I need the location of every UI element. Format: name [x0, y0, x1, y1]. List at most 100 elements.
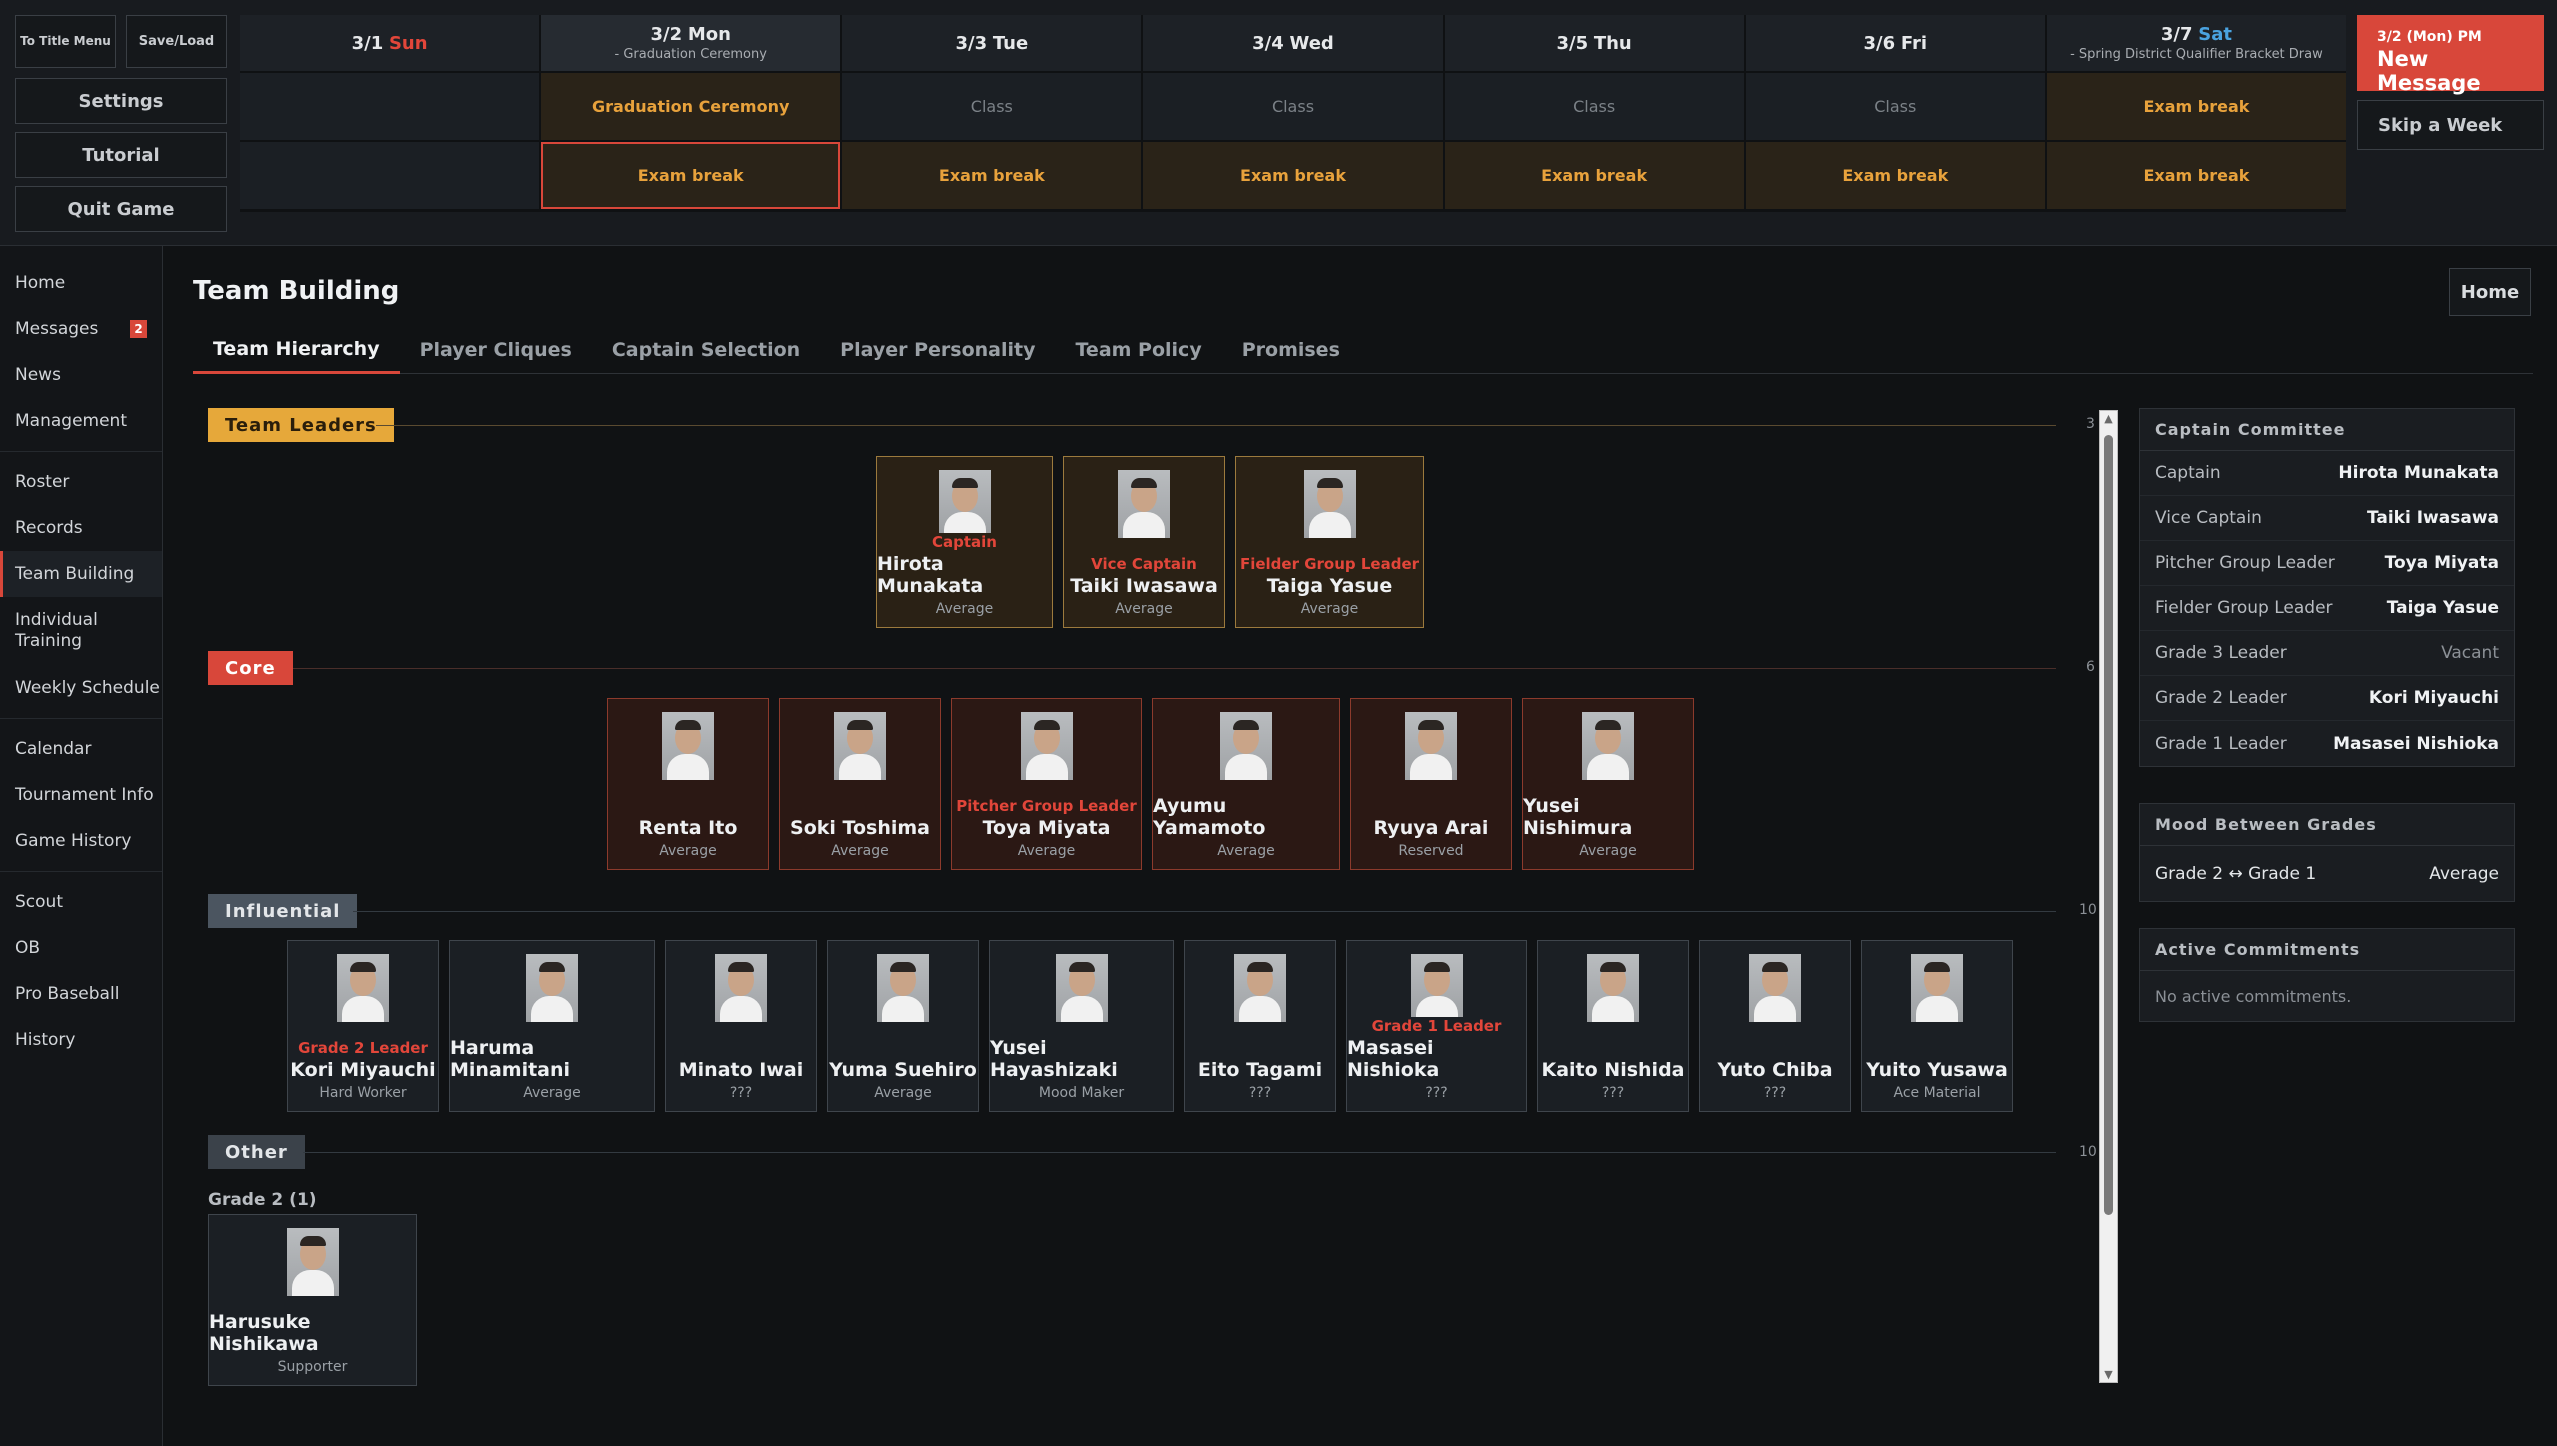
player-card[interactable]: Yuito Yusawa Ace Material — [1861, 940, 2013, 1112]
player-card[interactable]: Soki Toshima Average — [779, 698, 941, 870]
player-card[interactable]: Minato Iwai??? — [665, 940, 817, 1112]
player-card[interactable]: Grade 1 Leader Masasei Nishioka??? — [1346, 940, 1527, 1112]
scroll-up-icon[interactable]: ▲ — [2102, 412, 2115, 425]
player-portrait — [1582, 712, 1634, 780]
sidebar-item-home[interactable]: Home — [0, 260, 162, 306]
sidebar-item-weekly-schedule[interactable]: Weekly Schedule — [0, 665, 162, 711]
sidebar-item-messages[interactable]: Messages 2 — [0, 306, 162, 352]
commitments-panel: Active Commitments No active commitments… — [2139, 928, 2515, 1022]
scroll-down-icon[interactable]: ▼ — [2102, 1368, 2115, 1381]
player-portrait — [938, 470, 991, 533]
player-card[interactable]: Haruma Minamitani Average — [449, 940, 655, 1112]
to-title-menu-button[interactable]: To Title Menu — [15, 15, 116, 68]
quit-game-button[interactable]: Quit Game — [15, 186, 227, 232]
player-card[interactable]: Yusei Hayashizaki Mood Maker — [989, 940, 1174, 1112]
day-header[interactable]: 3/3 Tue — [842, 15, 1142, 71]
sidebar-item-individual-training[interactable]: Individual Training — [0, 597, 100, 665]
panel-title: Captain Committee — [2140, 409, 2514, 451]
sidebar-item-history[interactable]: History — [0, 1017, 162, 1063]
day-header[interactable]: 3/5 Thu — [1444, 15, 1744, 71]
sidebar-item-news[interactable]: News — [0, 352, 162, 398]
sidebar-item-ob[interactable]: OB — [0, 925, 162, 971]
sidebar-item-management[interactable]: Management — [0, 398, 162, 444]
player-portrait — [1911, 954, 1963, 1022]
sidebar-item-pro-baseball[interactable]: Pro Baseball — [0, 971, 162, 1017]
section-tag-other: Other — [208, 1135, 305, 1169]
player-trait: Average — [1579, 843, 1637, 859]
committee-row: Grade 1 Leader Masasei Nishioka — [2155, 733, 2499, 754]
sidebar-item-calendar[interactable]: Calendar — [0, 726, 162, 772]
schedule-cell[interactable]: Exam break — [2046, 73, 2346, 140]
save-load-button[interactable]: Save/Load — [126, 15, 227, 68]
schedule-cell[interactable]: Class — [842, 73, 1142, 140]
message-date: 3/2 (Mon) PM — [2377, 29, 2482, 45]
player-card[interactable]: Vice Captain Taiki Iwasawa Average — [1063, 456, 1225, 628]
day-header[interactable]: 3/1 Sun — [240, 15, 540, 71]
sidebar-item-scout[interactable]: Scout — [0, 879, 162, 925]
sidebar-item-tournament-info[interactable]: Tournament Info — [0, 772, 162, 818]
schedule-cell[interactable]: Class — [1444, 73, 1744, 140]
player-trait: ??? — [729, 1085, 753, 1101]
schedule-cell — [240, 73, 540, 140]
player-name: Yusei Hayashizaki — [990, 1037, 1118, 1081]
schedule-cell[interactable]: Exam break — [1745, 142, 2045, 209]
player-name: Yuito Yusawa — [1866, 1059, 2008, 1081]
tab-promises[interactable]: Promises — [1222, 326, 1360, 374]
day-header[interactable]: 3/6 Fri — [1745, 15, 2045, 71]
player-trait: Ace Material — [1893, 1085, 1981, 1101]
sidebar-item-team-building[interactable]: Team Building — [0, 551, 162, 597]
new-message-button[interactable]: 3/2 (Mon) PM New Message — [2357, 15, 2544, 95]
schedule-cell[interactable]: Class — [1745, 73, 2045, 140]
player-trait: Supporter — [277, 1359, 348, 1375]
player-card[interactable]: Fielder Group Leader Taiga Yasue Average — [1235, 456, 1424, 628]
sidebar-item-roster[interactable]: Roster — [0, 459, 162, 505]
home-button[interactable]: Home — [2449, 268, 2531, 316]
tab-player-cliques[interactable]: Player Cliques — [400, 326, 592, 374]
player-card[interactable]: Grade 2 Leader Kori Miyauchi Hard Worker — [287, 940, 439, 1112]
player-role: Pitcher Group Leader — [956, 797, 1137, 815]
player-name: Kaito Nishida — [1541, 1059, 1685, 1081]
schedule-cell[interactable]: Exam break — [2046, 142, 2346, 209]
player-card[interactable]: Renta Ito Average — [607, 698, 769, 870]
sidebar-item-records[interactable]: Records — [0, 505, 162, 551]
schedule-cell[interactable]: Exam break — [1143, 142, 1443, 209]
player-name: Ayumu Yamamoto — [1153, 795, 1266, 839]
mood-panel: Mood Between Grades Grade 2 ↔ Grade 1 Ave… — [2139, 803, 2515, 902]
player-card[interactable]: Captain Hirota Munakata Average — [876, 456, 1053, 628]
week-calendar: 3/1 Sun 3/2 Mon - Graduation Ceremony 3/3… — [240, 15, 2346, 212]
player-card[interactable]: Yuto Chiba??? — [1699, 940, 1851, 1112]
player-card[interactable]: Ayumu Yamamoto Average — [1152, 698, 1340, 870]
schedule-cell-current[interactable]: Exam break — [541, 142, 841, 209]
scrollbar-thumb[interactable] — [2104, 435, 2113, 1215]
tab-team-policy[interactable]: Team Policy — [1056, 326, 1222, 374]
sidebar-item-game-history[interactable]: Game History — [0, 818, 162, 864]
player-card[interactable]: Yuma Suehiro Average — [827, 940, 979, 1112]
player-portrait — [715, 954, 767, 1022]
player-card[interactable]: Harusuke Nishikawa Supporter — [208, 1214, 417, 1386]
player-card[interactable]: Pitcher Group Leader Toya Miyata Average — [951, 698, 1142, 870]
player-card[interactable]: Yusei Nishimura Average — [1522, 698, 1694, 870]
skip-week-button[interactable]: Skip a Week — [2357, 100, 2544, 150]
day-header[interactable]: 3/4 Wed — [1143, 15, 1443, 71]
settings-button[interactable]: Settings — [15, 78, 227, 124]
day-header[interactable]: 3/2 Mon - Graduation Ceremony — [541, 15, 841, 71]
player-card[interactable]: Eito Tagami??? — [1184, 940, 1336, 1112]
player-card[interactable]: Kaito Nishida??? — [1537, 940, 1689, 1112]
player-card[interactable]: Ryuya Arai Reserved — [1350, 698, 1512, 870]
player-role: Fielder Group Leader — [1239, 555, 1420, 573]
schedule-cell[interactable]: Graduation Ceremony — [541, 73, 841, 140]
player-name: Masasei Nishioka — [1347, 1037, 1440, 1081]
section-count: 10 — [2079, 1144, 2097, 1160]
schedule-cell[interactable]: Exam break — [842, 142, 1142, 209]
hierarchy-scrollbar[interactable]: ▲ ▼ — [2099, 410, 2118, 1383]
schedule-cell[interactable]: Exam break — [1444, 142, 1744, 209]
tab-player-personality[interactable]: Player Personality — [820, 326, 1055, 374]
tutorial-button[interactable]: Tutorial — [15, 132, 227, 178]
committee-row: Grade 3 Leader Vacant — [2140, 631, 2514, 676]
sidebar-divider — [0, 451, 162, 452]
tab-team-hierarchy[interactable]: Team Hierarchy — [193, 326, 400, 374]
schedule-cell[interactable]: Class — [1143, 73, 1443, 140]
day-header[interactable]: 3/7 Sat - Spring District Qualifier Brack… — [2046, 15, 2346, 71]
committee-row: Grade 2 Leader Kori Miyauchi — [2140, 676, 2514, 721]
tab-captain-selection[interactable]: Captain Selection — [592, 326, 820, 374]
